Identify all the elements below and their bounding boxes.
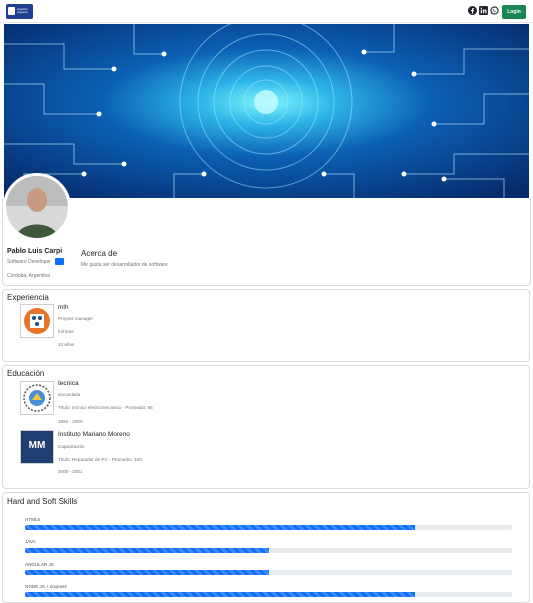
education-title: Educación xyxy=(7,369,45,378)
education-school: tecnica xyxy=(58,380,79,387)
school-logo-text: MM xyxy=(28,440,46,451)
education-level: secundaria xyxy=(58,392,81,397)
education-dates: 1994 - 2000 xyxy=(58,419,83,424)
education-degree: Título: tecnico electromecanico - Promed… xyxy=(58,405,153,410)
profile-location: Córdoba, Argentina xyxy=(7,273,51,279)
skill-label: JAVA xyxy=(25,539,36,544)
experience-section: Experiencia mlh Proyect manager full tim… xyxy=(2,289,530,362)
school-logo xyxy=(20,381,54,415)
logo-text: Argentina programa xyxy=(17,8,28,14)
profile-role: Software Developer xyxy=(7,259,51,265)
experience-company: mlh xyxy=(58,304,69,311)
login-button[interactable]: Login xyxy=(502,5,526,19)
social-links xyxy=(468,6,499,15)
experience-type: full time xyxy=(58,329,74,334)
profile-banner xyxy=(4,24,529,198)
skill-label: HTML5 xyxy=(25,517,41,522)
skills-title: Hard and Soft Skills xyxy=(7,497,78,506)
navbar: Argentina programa Login xyxy=(0,0,533,23)
about-text: Me gusta ser desarrollador de software xyxy=(81,262,168,268)
linkedin-icon[interactable] xyxy=(479,6,488,15)
skill-label: ANGULAR JS xyxy=(25,562,54,567)
skill-progress-bar xyxy=(25,548,512,553)
skill-progress-fill xyxy=(25,548,269,553)
facebook-icon[interactable] xyxy=(468,6,477,15)
skill-label: NODE JS + Express xyxy=(25,584,67,589)
skills-section: Hard and Soft Skills HTML5 JAVA ANGULAR … xyxy=(2,492,530,603)
experience-duration: 10 años xyxy=(58,342,75,347)
profile-card xyxy=(2,198,531,286)
skill-progress-bar xyxy=(25,525,512,530)
about-title: Acerca de xyxy=(81,249,118,258)
company-logo xyxy=(20,304,54,338)
banner-image xyxy=(4,24,529,198)
profile-name: Pablo Luis Carpi xyxy=(7,248,63,255)
experience-position: Proyect manager xyxy=(58,316,93,321)
education-section: Educación tecnica secundaria Título: tec… xyxy=(2,365,530,489)
whatsapp-icon[interactable] xyxy=(490,6,499,15)
skill-progress-fill xyxy=(25,570,269,575)
experience-title: Experiencia xyxy=(7,293,49,302)
education-dates: 2000 - 2001 xyxy=(58,469,83,474)
school-logo: MM xyxy=(20,430,54,464)
skill-progress-fill xyxy=(25,592,415,597)
logo[interactable]: Argentina programa xyxy=(6,4,33,19)
skill-progress-fill xyxy=(25,525,415,530)
edit-icon[interactable] xyxy=(55,258,64,265)
education-degree: Título: Reparador de PC - Promedio: 100 xyxy=(58,457,142,462)
education-school: Instituto Mariano Moreno xyxy=(58,431,130,438)
education-level: Capacitación xyxy=(58,444,85,449)
avatar xyxy=(3,173,71,241)
skill-progress-bar xyxy=(25,570,512,575)
skill-progress-bar xyxy=(25,592,512,597)
